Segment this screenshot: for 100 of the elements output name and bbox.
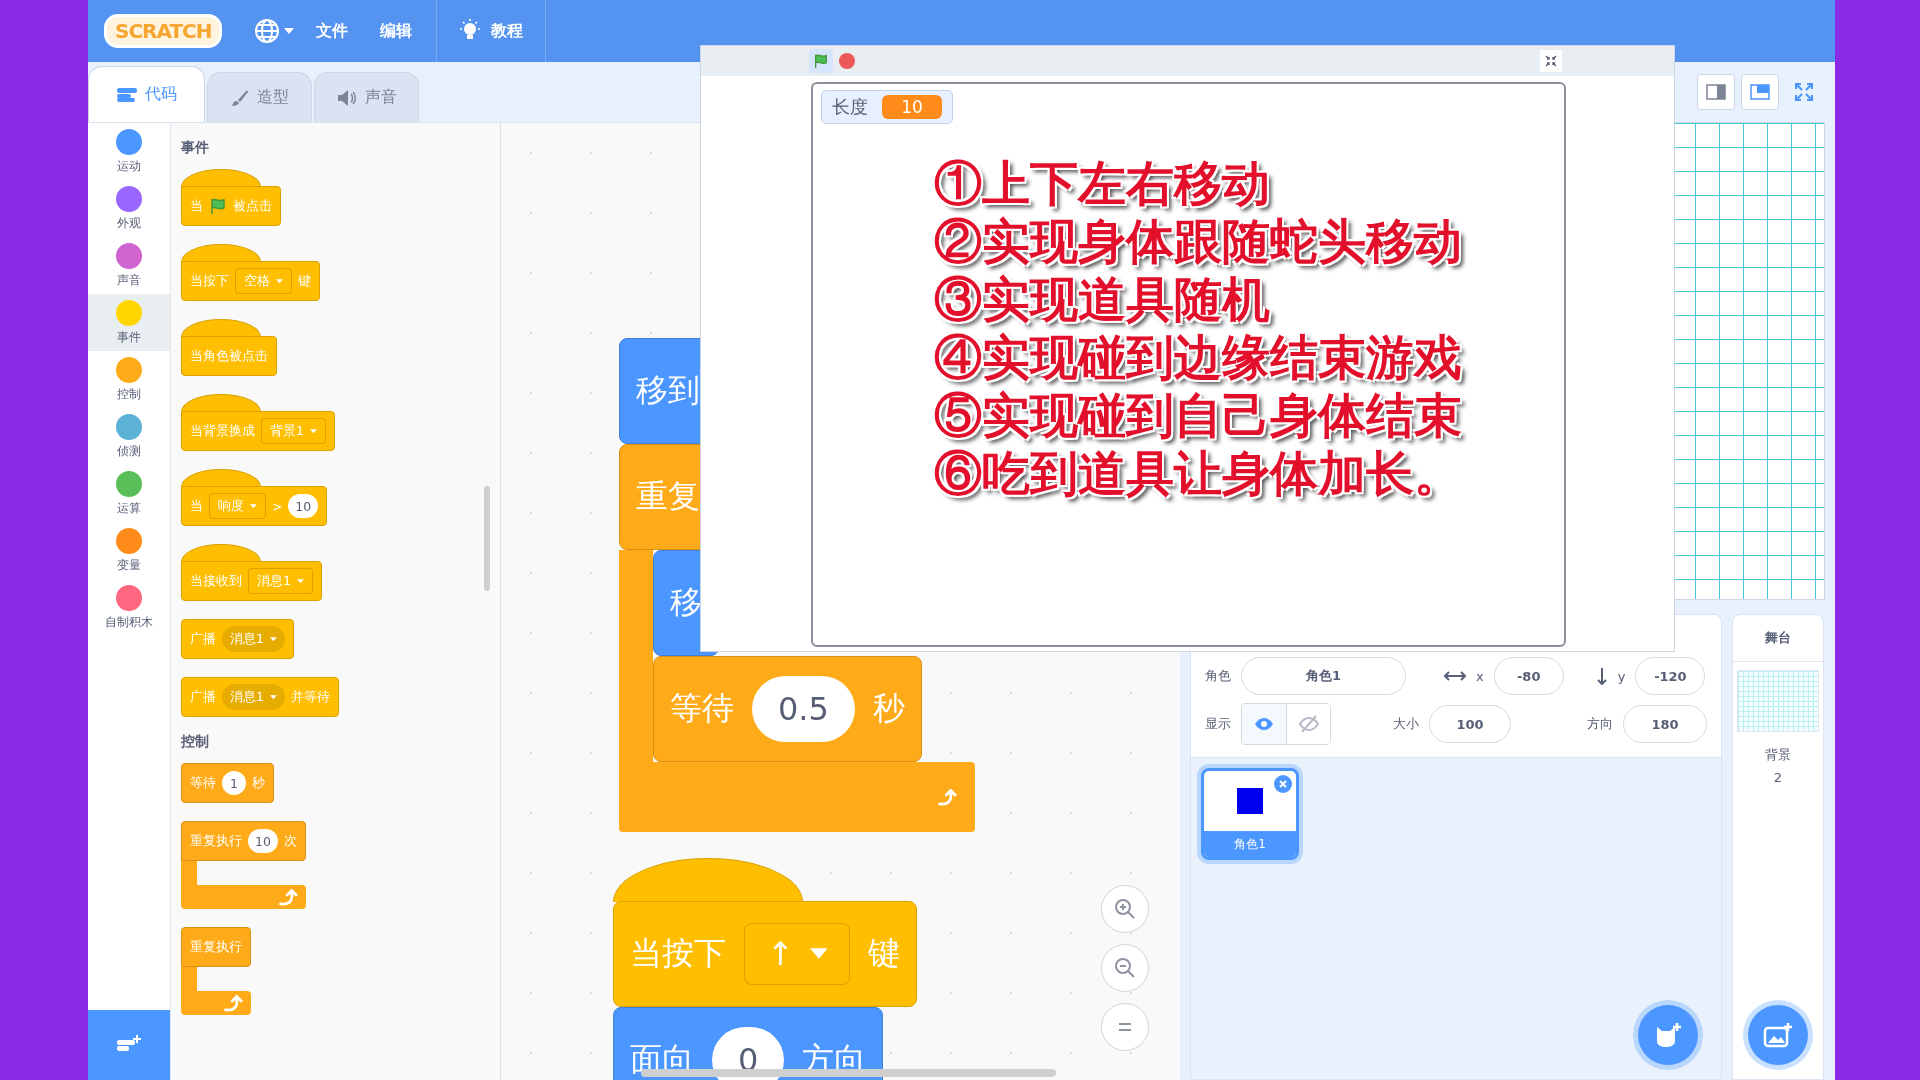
category-item[interactable]: 事件 — [88, 294, 170, 351]
zoom-out-button[interactable] — [1101, 944, 1149, 992]
exit-fullscreen-button[interactable] — [1540, 50, 1562, 72]
section-title: 控制 — [181, 733, 210, 751]
category-item[interactable]: 自制积木 — [88, 579, 170, 636]
variable-value: 10 — [882, 95, 942, 119]
block-label: 当按下 — [630, 933, 726, 974]
globe-icon — [254, 18, 281, 44]
number-input[interactable]: 1 — [222, 771, 246, 795]
block-label: > — [271, 498, 283, 514]
block-label: 并等待 — [290, 688, 330, 706]
dropdown-field[interactable]: 背景1 — [261, 418, 326, 444]
dropdown-field[interactable]: 响度 — [209, 493, 266, 519]
zoom-out-icon — [1113, 956, 1137, 980]
brush-icon — [230, 88, 249, 107]
shrink-icon — [1545, 55, 1557, 67]
large-stage-icon — [1750, 84, 1770, 100]
category-item[interactable]: 运动 — [88, 123, 170, 180]
loop-block[interactable]: 重复执行 — [181, 927, 251, 1015]
sprite-name: 角色1 — [1204, 831, 1296, 857]
menu-item[interactable]: 编辑 — [364, 20, 429, 42]
stage-text-line: ⑤实现碰到自己身体结束 — [934, 386, 1462, 444]
category-item[interactable]: 外观 — [88, 180, 170, 237]
number-input[interactable]: 10 — [248, 829, 278, 853]
block-label: 移到 — [636, 370, 700, 411]
block-label: 当按下 — [190, 272, 229, 290]
fullscreen-icon — [1794, 82, 1814, 102]
add-extension-button[interactable] — [88, 1010, 170, 1080]
small-stage-icon — [1706, 84, 1726, 100]
tutorials-button[interactable]: 教程 — [445, 19, 538, 43]
backdrops-count: 2 — [1773, 770, 1783, 785]
run-button[interactable] — [809, 49, 833, 73]
block-label: 当接收到 — [190, 572, 242, 590]
large-stage-button[interactable] — [1741, 74, 1779, 110]
block-label: 重复执行 — [190, 832, 242, 850]
category-item[interactable]: 变量 — [88, 522, 170, 579]
reset-zoom-button[interactable] — [1101, 1003, 1149, 1051]
delete-button[interactable] — [1274, 775, 1292, 793]
caret-icon — [269, 694, 277, 700]
field-label: y — [1617, 668, 1626, 684]
block-label: 被点击 — [233, 197, 272, 215]
eye-icon — [1254, 717, 1274, 731]
show-button[interactable] — [1242, 704, 1286, 744]
block-label: 次 — [283, 832, 297, 850]
loop-block[interactable]: 重复执行 10 次 — [181, 821, 306, 909]
stage-text-line: ③实现道具随机 — [934, 270, 1271, 328]
block-label: 键 — [297, 272, 311, 290]
sprite-tile[interactable]: 角色1 — [1201, 768, 1299, 860]
code-block[interactable]: 广播 消息1 — [181, 619, 294, 659]
hidden-eye-icon — [1298, 715, 1319, 733]
dropdown-field[interactable]: ↑ — [744, 923, 851, 985]
block-label: 键 — [868, 933, 901, 974]
stage-text-line: ②实现身体跟随蛇头移动 — [934, 212, 1462, 270]
zoom-in-button[interactable] — [1101, 885, 1149, 933]
code-block[interactable]: 等待 0.5 秒 — [653, 656, 922, 762]
caret-icon — [284, 28, 295, 34]
block-label: 等待 — [670, 688, 734, 729]
small-stage-button[interactable] — [1697, 74, 1735, 110]
dropdown-field[interactable]: 消息1 — [222, 684, 285, 710]
sprite-thumbnail — [1237, 788, 1263, 814]
stage-thumbnail[interactable] — [1737, 670, 1819, 732]
code-block[interactable]: 广播 消息1 并等待 — [181, 677, 339, 717]
block-label: 秒 — [872, 688, 905, 729]
category-item[interactable]: 控制 — [88, 351, 170, 408]
block-label: 广播 — [190, 630, 216, 648]
section-title: 事件 — [181, 139, 210, 157]
caret-icon — [269, 636, 277, 642]
tab[interactable]: 代码 — [88, 66, 205, 122]
scrollbar[interactable] — [484, 486, 490, 591]
block-label: 当角色被点击 — [190, 347, 268, 365]
category-item[interactable]: 侦测 — [88, 408, 170, 465]
dropdown-field[interactable]: 空格 — [235, 268, 292, 294]
tab[interactable]: 造型 — [207, 72, 312, 122]
stage-text-line: ⑥吃到道具让身体加长。 — [934, 444, 1462, 502]
stage-text-line: ④实现碰到边缘结束游戏 — [934, 328, 1462, 386]
field-label: x — [1476, 668, 1484, 684]
tab[interactable]: 声音 — [314, 72, 419, 122]
hide-button[interactable] — [1286, 704, 1330, 744]
category-item[interactable]: 声音 — [88, 237, 170, 294]
field-label: 大小 — [1393, 715, 1419, 733]
stage-title: 舞台 — [1733, 615, 1823, 662]
field-label: 角色 — [1205, 667, 1231, 685]
dropdown-field[interactable]: 消息1 — [248, 568, 313, 594]
number-input[interactable]: 10 — [288, 494, 319, 518]
category-item[interactable]: 运算 — [88, 465, 170, 522]
block-label: 重复执行 — [190, 938, 242, 956]
caret-icon — [296, 578, 304, 584]
dropdown-field[interactable]: 消息1 — [222, 626, 285, 652]
logo[interactable]: SCRATCH — [104, 14, 223, 48]
block-label: 当背景换成 — [190, 422, 255, 440]
backdrops-label: 背景 — [1765, 746, 1791, 764]
stop-button[interactable] — [839, 53, 855, 69]
number-input[interactable]: 0.5 — [752, 676, 855, 742]
picture-plus-icon — [1763, 1022, 1793, 1048]
stage-text-line: ①上下左右移动 — [934, 154, 1271, 212]
menu-item[interactable]: 文件 — [300, 20, 365, 42]
block-label: 秒 — [252, 774, 265, 792]
field-label: 显示 — [1205, 715, 1231, 733]
code-block[interactable]: 等待 1 秒 — [181, 763, 274, 803]
block-label: 广播 — [190, 688, 216, 706]
